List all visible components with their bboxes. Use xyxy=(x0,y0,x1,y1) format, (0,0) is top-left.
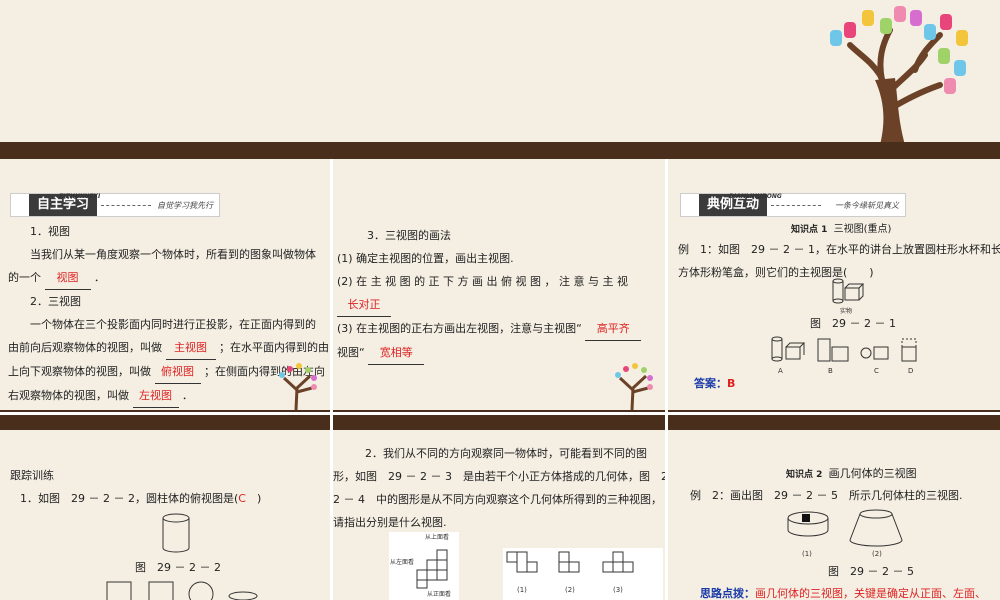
practice-question-1: 1．如图 29 － 2 － 2，圆柱体的俯视图是(C ) xyxy=(20,487,261,510)
section-header: ZIZHUXUEXI 自主学习 自觉学习我先行 xyxy=(10,193,220,217)
hint-label: 思路点拨： xyxy=(700,587,755,600)
method-step2: (2) 在 主 视 图 的 正 下 方 画 出 俯 视 图 ， 注 意 与 主 … xyxy=(337,275,629,288)
solid-label-2: (2) xyxy=(872,550,882,558)
figure-caption: 图 29 － 2 － 1 xyxy=(810,317,896,330)
header-motto: 一条今缘斩见真义 xyxy=(835,200,899,210)
slide-panel-6: 知识点 2 画几何体的三视图 例 2：画出图 29 － 2 － 5 所示几何体柱… xyxy=(668,432,1000,600)
view-label-2: (2) xyxy=(565,586,575,594)
label-from-left: 从左面看 xyxy=(390,558,414,566)
slide-panel-4: 跟踪训练 1．如图 29 － 2 － 2，圆柱体的俯视图是(C ) 图 29 －… xyxy=(0,432,330,600)
method-title: 3．三视图的画法 xyxy=(367,229,451,242)
banner xyxy=(0,0,1000,158)
kp-title: 画几何体的三视图 xyxy=(828,467,917,480)
figure-29-2-3: 从上面看 从左面看 从正面看 xyxy=(389,532,459,600)
cylinder-figure xyxy=(162,513,190,553)
figure-caption: 图 29 － 2 － 2 xyxy=(135,561,221,574)
item2-title: 2．三视图 xyxy=(30,295,81,308)
hint-text: 画几何体的三视图，关键是确定从正面、左面、 xyxy=(755,587,986,600)
item1-text-c: ． xyxy=(94,271,105,284)
answer-value: B xyxy=(727,377,736,390)
answer-blank-left: 左视图 xyxy=(132,384,179,408)
label-from-front: 从正面看 xyxy=(427,590,451,598)
option-c-label: C xyxy=(874,367,879,375)
header-motto: 自觉学习我先行 xyxy=(157,200,213,210)
small-tree-icon xyxy=(279,363,317,410)
practice-options xyxy=(106,581,258,600)
question2-line4: 请指出分别是什么视图. xyxy=(333,516,447,529)
kp-title: 三视图(重点) xyxy=(833,224,892,235)
figure-29-2-5: (1) (2) xyxy=(787,509,903,558)
answer-blank-view: 视图 xyxy=(44,266,91,290)
label-from-top: 从上面看 xyxy=(425,533,449,541)
method-step2-blank-line: 长对正 xyxy=(337,293,665,317)
practice-answer: C xyxy=(238,492,246,505)
answer-blank-width: 宽相等 xyxy=(368,341,425,365)
slide-panel-2: 3．三视图的画法 (1) 确定主视图的位置，画出主视图. (2) 在 主 视 图… xyxy=(333,160,665,410)
option-a-label: A xyxy=(778,367,783,375)
item2-line2-a: 由前向后观察物体的视图，叫做 xyxy=(8,341,162,354)
solid-label-1: (1) xyxy=(802,550,812,558)
gutter-horizontal xyxy=(0,412,1000,415)
decorative-tree-icon xyxy=(830,6,968,145)
view-label-3: (3) xyxy=(613,586,623,594)
hint-line: 思路点拨：画几何体的三视图，关键是确定从正面、左面、 xyxy=(700,582,986,600)
figure-options: A B C D xyxy=(771,336,917,375)
item2-line1: 一个物体在三个投影面内同时进行正投影，在正面内得到的 xyxy=(30,318,316,331)
top-divider-bar xyxy=(0,142,1000,159)
item2-line4-b: ． xyxy=(182,389,193,402)
slide-panel-3: DIANLIHUDONG 典例互动 一条今缘斩见真义 知识点 1 三视图(重点)… xyxy=(668,160,1000,410)
practice-title: 跟踪训练 xyxy=(10,469,54,482)
practice-question-end: ) xyxy=(245,492,262,505)
small-tree-icon xyxy=(615,363,653,410)
practice-question-text: 1．如图 29 － 2 － 2，圆柱体的俯视图是( xyxy=(20,492,239,505)
item1-line: 的一个 视图 ． xyxy=(8,266,328,290)
slide-panel-1: ZIZHUXUEXI 自主学习 自觉学习我先行 1．视图 当我们从某一角度观察一… xyxy=(0,160,330,410)
view-label-1: (1) xyxy=(517,586,527,594)
answer-line: 答案：B xyxy=(694,372,735,395)
slide-panel-5: 2．我们从不同的方向观察同一物体时，可能看到不同的图 形，如图 29 － 2 －… xyxy=(333,432,665,600)
example2-line1: 例 2：画出图 29 － 2 － 5 所示几何体柱的三视图. xyxy=(690,489,963,502)
header-dash xyxy=(101,204,152,206)
question2-line3: 2 － 4 中的图形是从不同方向观察这个几何体所得到的三种视图， xyxy=(333,493,662,506)
figure-29-2-1: 实物 xyxy=(832,278,865,315)
answer-blank-front: 主视图 xyxy=(165,336,216,360)
question2-line1: 2．我们从不同的方向观察同一物体时，可能看到不同的图 xyxy=(365,447,647,460)
figure-29-2-4: (1) (2) (3) xyxy=(503,548,663,600)
answer-blank-top: 俯视图 xyxy=(154,360,201,384)
item2-line3-a: 上向下观察物体的视图，叫做 xyxy=(8,365,151,378)
method-step1: (1) 确定主视图的位置，画出主视图. xyxy=(337,252,514,265)
method-step3-text: (3) 在主视图的正右方画出左视图，注意与主视图“ xyxy=(337,322,582,335)
item1-text-b: 的一个 xyxy=(8,271,41,284)
item2-line4-a: 右观察物体的视图，叫做 xyxy=(8,389,129,402)
option-b-label: B xyxy=(828,367,833,375)
header-pinyin: DIANLIHUDONG xyxy=(729,193,782,200)
option-d-label: D xyxy=(908,367,913,375)
answer-blank-height: 高平齐 xyxy=(585,317,642,341)
answer-label: 答案： xyxy=(694,377,727,390)
question2-line2: 形，如图 29 － 2 － 3 是由若干个小正方体搭成的几何体，图 29 － xyxy=(333,470,665,483)
item1-text: 当我们从某一角度观察一个物体时，所看到的图象叫做物体 xyxy=(30,248,316,261)
answer-blank-length: 长对正 xyxy=(337,293,391,317)
example1-line1: 例 1：如图 29 － 2 － 1，在水平的讲台上放置圆柱形水杯和长 xyxy=(678,243,1000,256)
item2-line2-b: ；在水平面内得到的由 xyxy=(219,341,329,354)
section-header: DIANLIHUDONG 典例互动 一条今缘斩见真义 xyxy=(680,193,906,217)
method-step3: (3) 在主视图的正右方画出左视图，注意与主视图“ 高平齐 xyxy=(337,317,665,341)
header-pinyin: ZIZHUXUEXI xyxy=(59,193,101,200)
item1-title: 1．视图 xyxy=(30,225,70,238)
item2-line2: 由前向后观察物体的视图，叫做 主视图 ；在水平面内得到的由 xyxy=(8,336,329,360)
figure-caption: 图 29 － 2 － 5 xyxy=(828,565,914,578)
method-step3-cont-text: 视图“ xyxy=(337,346,365,359)
